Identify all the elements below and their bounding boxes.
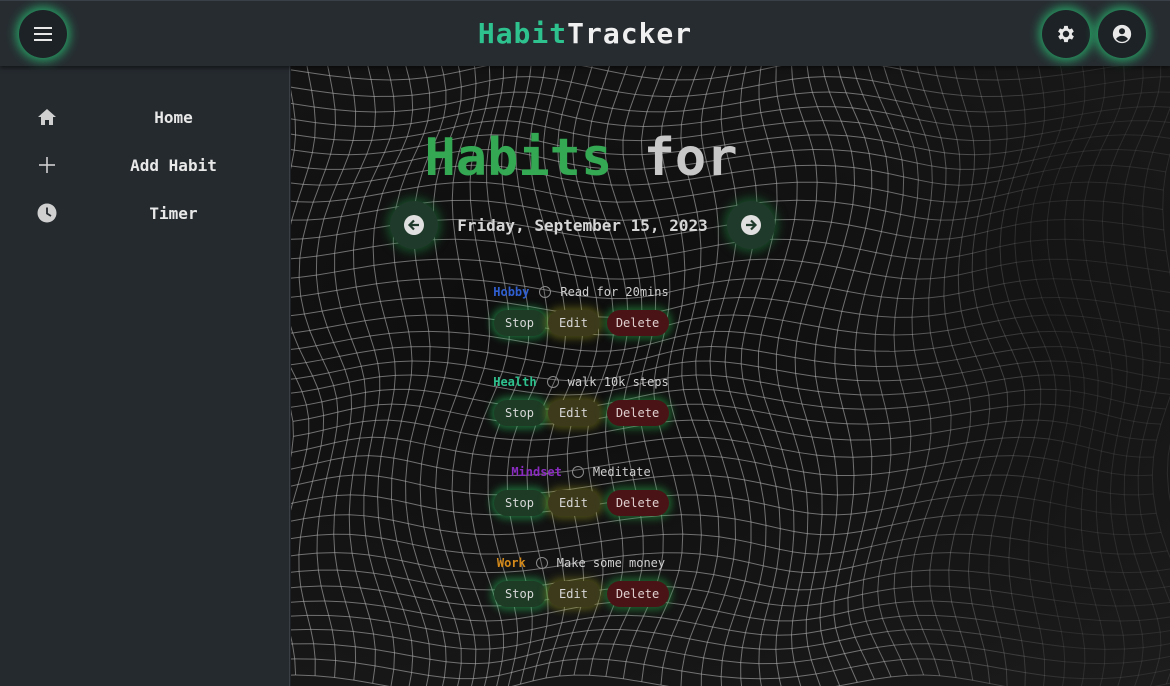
habit-item: Mindset Meditate Stop Edit Delete	[441, 465, 721, 545]
stop-button[interactable]: Stop	[493, 310, 546, 336]
gear-icon	[1058, 25, 1074, 43]
habit-category: Hobby	[493, 285, 530, 299]
habit-name: Read for 20mins	[560, 285, 669, 299]
habit-complete-radio[interactable]	[539, 286, 552, 298]
habit-actions: Stop Edit Delete	[441, 400, 721, 426]
habit-category: Health	[493, 375, 537, 389]
edit-button[interactable]: Edit	[547, 400, 600, 426]
page-heading: Habits for	[291, 128, 871, 188]
stop-button[interactable]: Stop	[493, 400, 546, 426]
habit-category: Work	[496, 556, 526, 570]
delete-button[interactable]: Delete	[606, 490, 669, 516]
habit-complete-radio[interactable]	[546, 376, 559, 388]
habit-line: Mindset Meditate	[441, 465, 721, 479]
account-button[interactable]	[1098, 10, 1146, 58]
delete-button[interactable]: Delete	[606, 400, 669, 426]
date-navigator: Friday, September 15, 2023	[390, 201, 775, 251]
habit-actions: Stop Edit Delete	[441, 490, 721, 516]
main-content: Habits for Friday, September 15, 2023 Ho…	[291, 66, 1170, 686]
sidebar-item-timer[interactable]: Timer	[0, 189, 289, 237]
next-day-button[interactable]	[727, 201, 775, 249]
habit-line: Work Make some money	[441, 556, 721, 570]
edit-button[interactable]: Edit	[547, 581, 600, 607]
arrow-left-circle-icon	[404, 215, 424, 235]
previous-day-button[interactable]	[390, 201, 438, 249]
app-bar: HabitTracker	[0, 0, 1170, 66]
delete-button[interactable]: Delete	[606, 581, 669, 607]
stop-button[interactable]: Stop	[493, 490, 546, 516]
account-circle-icon	[1112, 24, 1132, 44]
habit-item: Hobby Read for 20mins Stop Edit Delete	[441, 285, 721, 365]
app-title-part1: Habit	[477, 17, 568, 50]
edit-button[interactable]: Edit	[547, 490, 600, 516]
plus-icon	[36, 154, 58, 176]
habit-category: Mindset	[511, 465, 562, 479]
sidebar-item-label: Timer	[149, 203, 198, 223]
habit-item: Health walk 10k steps Stop Edit Delete	[441, 375, 721, 455]
sidebar-item-label: Home	[154, 107, 193, 127]
habit-line: Hobby Read for 20mins	[441, 285, 721, 299]
app-title: HabitTracker	[0, 17, 1170, 50]
habit-name: walk 10k steps	[567, 375, 669, 389]
habit-complete-radio[interactable]	[571, 466, 584, 478]
habit-actions: Stop Edit Delete	[441, 581, 721, 607]
sidebar-item-add-habit[interactable]: Add Habit	[0, 141, 289, 189]
habit-actions: Stop Edit Delete	[441, 310, 721, 336]
settings-button[interactable]	[1042, 10, 1090, 58]
sidebar-item-label: Add Habit	[130, 155, 217, 175]
arrow-right-circle-icon	[741, 215, 761, 235]
sidebar-item-home[interactable]: Home	[0, 93, 289, 141]
habit-line: Health walk 10k steps	[441, 375, 721, 389]
current-date: Friday, September 15, 2023	[457, 216, 708, 235]
sidebar: Home Add Habit Timer	[0, 66, 290, 686]
edit-button[interactable]: Edit	[547, 310, 600, 336]
home-icon	[36, 106, 58, 128]
stop-button[interactable]: Stop	[493, 581, 546, 607]
clock-icon	[36, 202, 58, 224]
habit-complete-radio[interactable]	[535, 557, 548, 569]
heading-for: for	[643, 128, 738, 188]
heading-habits: Habits	[424, 128, 613, 188]
habit-name: Meditate	[592, 465, 651, 479]
delete-button[interactable]: Delete	[606, 310, 669, 336]
habit-name: Make some money	[556, 556, 666, 570]
habit-item: Work Make some money Stop Edit Delete	[441, 556, 721, 636]
app-title-part2: Tracker	[567, 17, 693, 50]
